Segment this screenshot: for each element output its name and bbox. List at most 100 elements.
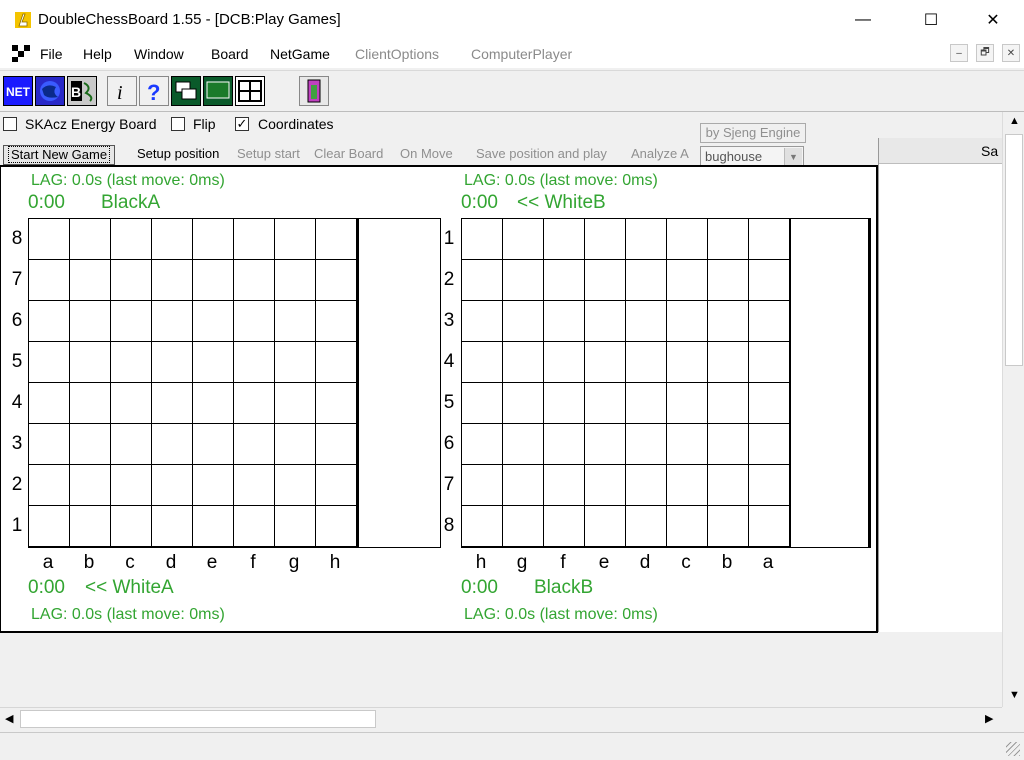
board-square[interactable] bbox=[462, 424, 503, 465]
board-square[interactable] bbox=[626, 301, 667, 342]
board-square[interactable] bbox=[503, 424, 544, 465]
menu-netgame[interactable]: NetGame bbox=[270, 46, 330, 62]
save-position-and-play-button[interactable]: Save position and play bbox=[472, 145, 611, 165]
board-square[interactable] bbox=[234, 506, 275, 547]
board-square[interactable] bbox=[316, 424, 357, 465]
mdi-close-button[interactable]: ✕ bbox=[1002, 44, 1020, 62]
setup-start-button[interactable]: Setup start bbox=[233, 145, 304, 165]
board-square[interactable] bbox=[234, 342, 275, 383]
board-square[interactable] bbox=[234, 219, 275, 260]
board-square[interactable] bbox=[275, 342, 316, 383]
menu-file[interactable]: File bbox=[40, 46, 63, 62]
scroll-up-icon[interactable]: ▲ bbox=[1009, 115, 1020, 127]
board-square[interactable] bbox=[234, 465, 275, 506]
coordinates-checkbox[interactable]: ✓ bbox=[235, 117, 249, 131]
side-panel-header[interactable]: Sa bbox=[879, 138, 1003, 164]
left-board[interactable] bbox=[28, 218, 441, 548]
board-square[interactable] bbox=[667, 342, 708, 383]
board-square[interactable] bbox=[193, 301, 234, 342]
board-square[interactable] bbox=[152, 342, 193, 383]
board-square[interactable] bbox=[193, 424, 234, 465]
board-square[interactable] bbox=[585, 219, 626, 260]
grid-button[interactable] bbox=[235, 76, 265, 106]
board-square[interactable] bbox=[544, 342, 585, 383]
board-square[interactable] bbox=[152, 506, 193, 547]
board-square[interactable] bbox=[585, 383, 626, 424]
setup-position-button[interactable]: Setup position bbox=[133, 145, 223, 165]
board-square[interactable] bbox=[193, 383, 234, 424]
board-square[interactable] bbox=[708, 301, 749, 342]
horizontal-scroll-thumb[interactable] bbox=[20, 710, 376, 728]
board-square[interactable] bbox=[316, 301, 357, 342]
right-board[interactable] bbox=[461, 218, 871, 548]
board-square[interactable] bbox=[544, 383, 585, 424]
scroll-right-icon[interactable]: ▶ bbox=[985, 712, 993, 725]
board-square[interactable] bbox=[708, 260, 749, 301]
board-square[interactable] bbox=[193, 219, 234, 260]
board-square[interactable] bbox=[152, 260, 193, 301]
board-square[interactable] bbox=[503, 506, 544, 547]
board-square[interactable] bbox=[544, 219, 585, 260]
horizontal-scrollbar[interactable]: ◀ ▶ bbox=[0, 707, 1002, 729]
board-square[interactable] bbox=[275, 383, 316, 424]
board-square[interactable] bbox=[626, 260, 667, 301]
board-square[interactable] bbox=[667, 465, 708, 506]
board-square[interactable] bbox=[234, 383, 275, 424]
board-square[interactable] bbox=[316, 506, 357, 547]
board-square[interactable] bbox=[503, 342, 544, 383]
board-square[interactable] bbox=[275, 301, 316, 342]
board-square[interactable] bbox=[544, 424, 585, 465]
board-square[interactable] bbox=[585, 342, 626, 383]
board-square[interactable] bbox=[29, 301, 70, 342]
board-square[interactable] bbox=[749, 465, 790, 506]
board-square[interactable] bbox=[544, 465, 585, 506]
menu-help[interactable]: Help bbox=[83, 46, 112, 62]
board-square[interactable] bbox=[462, 260, 503, 301]
board-square[interactable] bbox=[70, 506, 111, 547]
board-square[interactable] bbox=[70, 260, 111, 301]
board-square[interactable] bbox=[626, 219, 667, 260]
board-square[interactable] bbox=[70, 383, 111, 424]
board-square[interactable] bbox=[749, 342, 790, 383]
board-square[interactable] bbox=[193, 465, 234, 506]
vertical-scroll-thumb[interactable] bbox=[1005, 134, 1023, 366]
menu-clientoptions[interactable]: ClientOptions bbox=[355, 46, 439, 62]
resize-grip-icon[interactable] bbox=[1006, 742, 1020, 756]
board-square[interactable] bbox=[193, 260, 234, 301]
board-square[interactable] bbox=[749, 219, 790, 260]
board-square[interactable] bbox=[667, 383, 708, 424]
board-square[interactable] bbox=[626, 342, 667, 383]
board-square[interactable] bbox=[29, 219, 70, 260]
board-square[interactable] bbox=[111, 219, 152, 260]
board-square[interactable] bbox=[29, 342, 70, 383]
board-square[interactable] bbox=[152, 424, 193, 465]
info-button[interactable]: i bbox=[107, 76, 137, 106]
board-square[interactable] bbox=[193, 506, 234, 547]
board-square[interactable] bbox=[275, 424, 316, 465]
cascade-button[interactable] bbox=[171, 76, 201, 106]
left-reserve-area[interactable] bbox=[357, 219, 441, 547]
board-square[interactable] bbox=[503, 260, 544, 301]
energy-board-checkbox[interactable] bbox=[3, 117, 17, 131]
board-square[interactable] bbox=[152, 465, 193, 506]
board-square[interactable] bbox=[29, 465, 70, 506]
board-square[interactable] bbox=[462, 219, 503, 260]
board-square[interactable] bbox=[111, 342, 152, 383]
maximize-button[interactable]: ☐ bbox=[908, 0, 954, 40]
mdi-restore-button[interactable]: 🗗 bbox=[976, 44, 994, 62]
board-square[interactable] bbox=[70, 424, 111, 465]
board-square[interactable] bbox=[462, 301, 503, 342]
board-square[interactable] bbox=[111, 301, 152, 342]
board-square[interactable] bbox=[316, 260, 357, 301]
board-square[interactable] bbox=[544, 260, 585, 301]
board-square[interactable] bbox=[29, 260, 70, 301]
board-square[interactable] bbox=[234, 301, 275, 342]
board-square[interactable] bbox=[626, 424, 667, 465]
board-square[interactable] bbox=[152, 219, 193, 260]
scroll-down-icon[interactable]: ▼ bbox=[1009, 689, 1020, 701]
sjeng-engine-button[interactable]: by Sjeng Engine bbox=[700, 123, 806, 143]
board-square[interactable] bbox=[585, 506, 626, 547]
board-square[interactable] bbox=[749, 506, 790, 547]
board-square[interactable] bbox=[152, 301, 193, 342]
board-square[interactable] bbox=[316, 465, 357, 506]
